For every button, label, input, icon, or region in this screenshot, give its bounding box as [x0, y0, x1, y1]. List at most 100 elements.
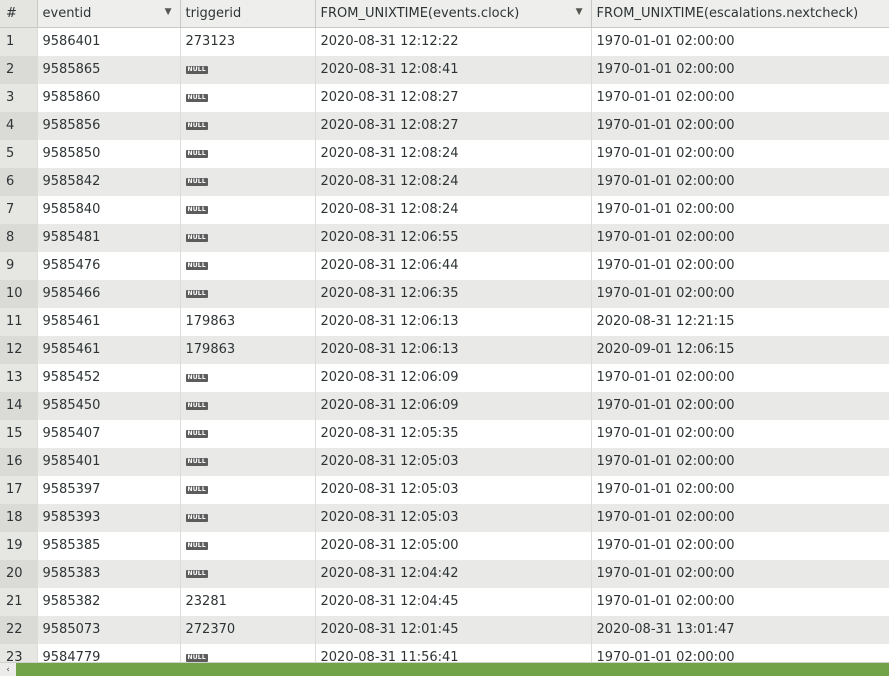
column-header-triggerid[interactable]: triggerid	[180, 0, 316, 28]
triggerid-cell[interactable]: NULL	[180, 223, 316, 252]
row-number-cell[interactable]: 23	[0, 643, 38, 662]
row-number-cell[interactable]: 9	[0, 251, 38, 280]
escalations-nextcheck-cell[interactable]: 1970-01-01 02:00:00	[591, 419, 889, 448]
events-clock-cell[interactable]: 2020-08-31 12:05:00	[315, 531, 592, 560]
row-number-cell[interactable]: 8	[0, 223, 38, 252]
chevron-left-icon[interactable]: ‹	[2, 664, 14, 676]
eventid-cell[interactable]: 9585382	[37, 587, 181, 616]
eventid-cell[interactable]: 9585865	[37, 55, 181, 84]
events-clock-cell[interactable]: 2020-08-31 12:08:41	[315, 55, 592, 84]
row-number-cell[interactable]: 18	[0, 503, 38, 532]
triggerid-cell[interactable]: NULL	[180, 391, 316, 420]
table-row[interactable]: 19 9585385 NULL 2020-08-31 12:05:00 1970-01-…	[0, 531, 889, 560]
table-row[interactable]: 14 9585450 NULL 2020-08-31 12:06:09 1970-01-…	[0, 391, 889, 420]
triggerid-cell[interactable]: NULL	[180, 363, 316, 392]
row-number-cell[interactable]: 11	[0, 307, 38, 336]
eventid-cell[interactable]: 9585407	[37, 419, 181, 448]
table-row[interactable]: 20 9585383 NULL 2020-08-31 12:04:42 1970-01-…	[0, 559, 889, 588]
events-clock-cell[interactable]: 2020-08-31 12:06:09	[315, 391, 592, 420]
escalations-nextcheck-cell[interactable]: 1970-01-01 02:00:00	[591, 643, 889, 662]
triggerid-cell[interactable]: NULL	[180, 279, 316, 308]
row-number-cell[interactable]: 6	[0, 167, 38, 196]
scrollbar-thumb[interactable]	[16, 663, 889, 676]
events-clock-cell[interactable]: 2020-08-31 12:06:35	[315, 279, 592, 308]
eventid-cell[interactable]: 9585840	[37, 195, 181, 224]
eventid-cell[interactable]: 9585385	[37, 531, 181, 560]
escalations-nextcheck-cell[interactable]: 2020-08-31 13:01:47	[591, 615, 889, 644]
escalations-nextcheck-cell[interactable]: 1970-01-01 02:00:00	[591, 363, 889, 392]
table-row[interactable]: 11 9585461 179863 2020-08-31 12:06:13 2020-0…	[0, 307, 889, 336]
eventid-cell[interactable]: 9585842	[37, 167, 181, 196]
eventid-cell[interactable]: 9585466	[37, 279, 181, 308]
escalations-nextcheck-cell[interactable]: 1970-01-01 02:00:00	[591, 251, 889, 280]
sort-desc-icon[interactable]: ▼	[576, 7, 583, 17]
events-clock-cell[interactable]: 2020-08-31 12:05:03	[315, 503, 592, 532]
events-clock-cell[interactable]: 2020-08-31 12:08:24	[315, 139, 592, 168]
column-header-eventid[interactable]: eventid ▼	[37, 0, 181, 28]
triggerid-cell[interactable]: NULL	[180, 559, 316, 588]
triggerid-cell[interactable]: NULL	[180, 251, 316, 280]
events-clock-cell[interactable]: 2020-08-31 11:56:41	[315, 643, 592, 662]
events-clock-cell[interactable]: 2020-08-31 12:08:27	[315, 83, 592, 112]
result-grid[interactable]: # eventid ▼ triggerid FROM_UNIXTIME(even…	[0, 0, 889, 662]
triggerid-cell[interactable]: NULL	[180, 139, 316, 168]
eventid-cell[interactable]: 9585481	[37, 223, 181, 252]
column-header-escalations-nextcheck[interactable]: FROM_UNIXTIME(escalations.nextcheck)	[591, 0, 889, 28]
escalations-nextcheck-cell[interactable]: 1970-01-01 02:00:00	[591, 139, 889, 168]
escalations-nextcheck-cell[interactable]: 1970-01-01 02:00:00	[591, 531, 889, 560]
events-clock-cell[interactable]: 2020-08-31 12:04:45	[315, 587, 592, 616]
triggerid-cell[interactable]: NULL	[180, 111, 316, 140]
triggerid-cell[interactable]: NULL	[180, 167, 316, 196]
triggerid-cell[interactable]: 179863	[180, 307, 316, 336]
eventid-cell[interactable]: 9585401	[37, 447, 181, 476]
table-row[interactable]: 23 9584779 NULL 2020-08-31 11:56:41 1970-01-…	[0, 643, 889, 662]
escalations-nextcheck-cell[interactable]: 1970-01-01 02:00:00	[591, 111, 889, 140]
table-row[interactable]: 16 9585401 NULL 2020-08-31 12:05:03 1970-01-…	[0, 447, 889, 476]
eventid-cell[interactable]: 9585850	[37, 139, 181, 168]
horizontal-scrollbar[interactable]: ‹	[0, 662, 889, 676]
events-clock-cell[interactable]: 2020-08-31 12:01:45	[315, 615, 592, 644]
eventid-cell[interactable]: 9585450	[37, 391, 181, 420]
triggerid-cell[interactable]: NULL	[180, 503, 316, 532]
table-row[interactable]: 18 9585393 NULL 2020-08-31 12:05:03 1970-01-…	[0, 503, 889, 532]
table-row[interactable]: 12 9585461 179863 2020-08-31 12:06:13 2020-0…	[0, 335, 889, 364]
events-clock-cell[interactable]: 2020-08-31 12:12:22	[315, 27, 592, 56]
triggerid-cell[interactable]: 23281	[180, 587, 316, 616]
row-number-cell[interactable]: 5	[0, 139, 38, 168]
triggerid-cell[interactable]: NULL	[180, 531, 316, 560]
escalations-nextcheck-cell[interactable]: 1970-01-01 02:00:00	[591, 223, 889, 252]
escalations-nextcheck-cell[interactable]: 1970-01-01 02:00:00	[591, 83, 889, 112]
table-row[interactable]: 4 9585856 NULL 2020-08-31 12:08:27 1970-01-0…	[0, 111, 889, 140]
events-clock-cell[interactable]: 2020-08-31 12:06:13	[315, 335, 592, 364]
row-number-cell[interactable]: 4	[0, 111, 38, 140]
eventid-cell[interactable]: 9585461	[37, 307, 181, 336]
row-number-cell[interactable]: 13	[0, 363, 38, 392]
events-clock-cell[interactable]: 2020-08-31 12:06:13	[315, 307, 592, 336]
row-number-cell[interactable]: 22	[0, 615, 38, 644]
row-number-cell[interactable]: 20	[0, 559, 38, 588]
table-row[interactable]: 17 9585397 NULL 2020-08-31 12:05:03 1970-01-…	[0, 475, 889, 504]
table-row[interactable]: 5 9585850 NULL 2020-08-31 12:08:24 1970-01-0…	[0, 139, 889, 168]
escalations-nextcheck-cell[interactable]: 1970-01-01 02:00:00	[591, 447, 889, 476]
events-clock-cell[interactable]: 2020-08-31 12:04:42	[315, 559, 592, 588]
triggerid-cell[interactable]: NULL	[180, 195, 316, 224]
triggerid-cell[interactable]: 273123	[180, 27, 316, 56]
row-number-cell[interactable]: 19	[0, 531, 38, 560]
row-number-cell[interactable]: 1	[0, 27, 38, 56]
events-clock-cell[interactable]: 2020-08-31 12:05:03	[315, 475, 592, 504]
eventid-cell[interactable]: 9585860	[37, 83, 181, 112]
escalations-nextcheck-cell[interactable]: 1970-01-01 02:00:00	[591, 55, 889, 84]
eventid-cell[interactable]: 9585476	[37, 251, 181, 280]
escalations-nextcheck-cell[interactable]: 1970-01-01 02:00:00	[591, 475, 889, 504]
table-row[interactable]: 21 9585382 23281 2020-08-31 12:04:45 1970-01…	[0, 587, 889, 616]
escalations-nextcheck-cell[interactable]: 1970-01-01 02:00:00	[591, 167, 889, 196]
column-header-events-clock[interactable]: FROM_UNIXTIME(events.clock) ▼	[315, 0, 592, 28]
triggerid-cell[interactable]: NULL	[180, 55, 316, 84]
events-clock-cell[interactable]: 2020-08-31 12:06:09	[315, 363, 592, 392]
eventid-cell[interactable]: 9585461	[37, 335, 181, 364]
table-row[interactable]: 2 9585865 NULL 2020-08-31 12:08:41 1970-01-0…	[0, 55, 889, 84]
triggerid-cell[interactable]: NULL	[180, 447, 316, 476]
triggerid-cell[interactable]: NULL	[180, 643, 316, 662]
events-clock-cell[interactable]: 2020-08-31 12:06:55	[315, 223, 592, 252]
events-clock-cell[interactable]: 2020-08-31 12:08:24	[315, 195, 592, 224]
